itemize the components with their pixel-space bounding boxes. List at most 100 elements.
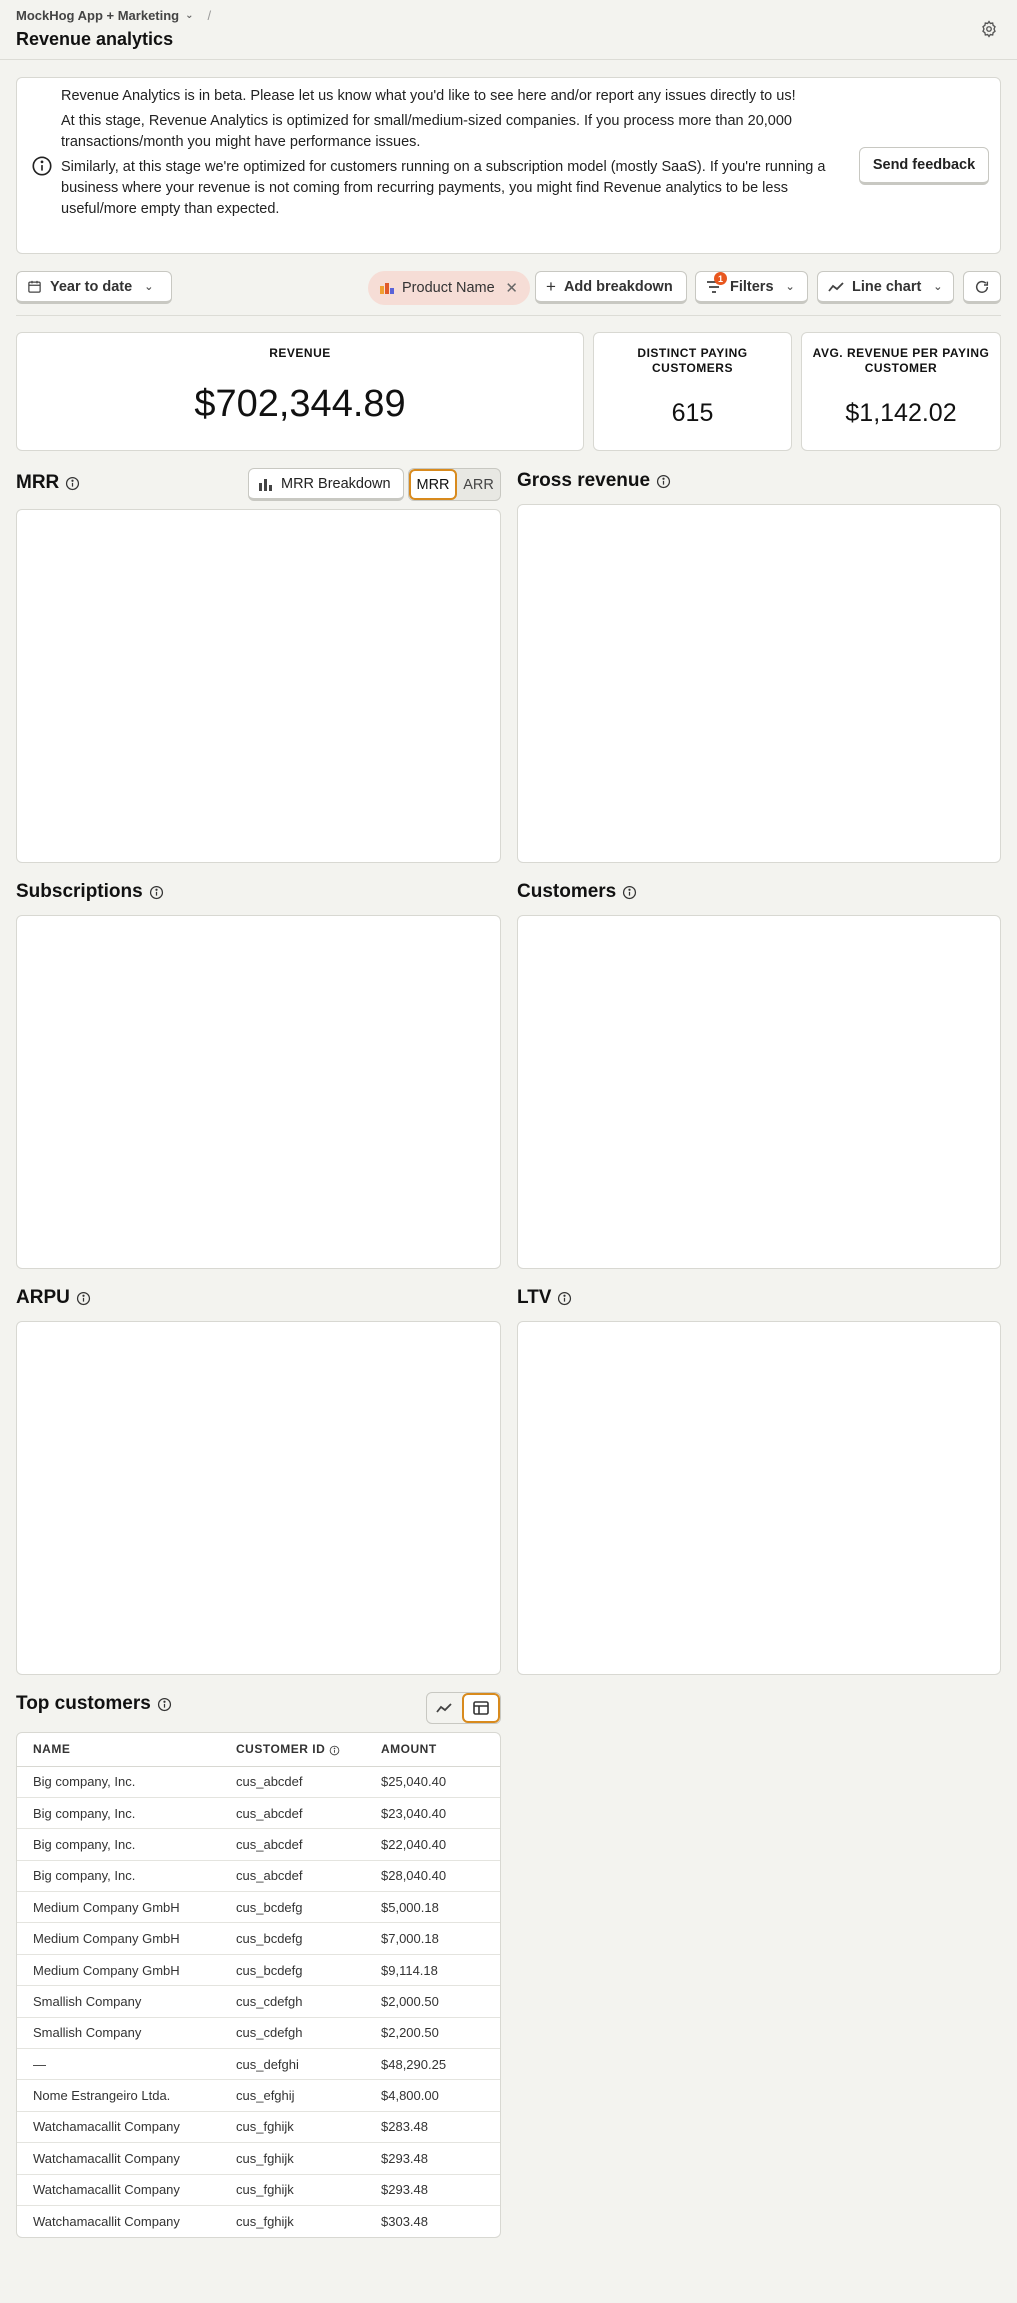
revenue-card: REVENUE $702,344.89 — [16, 332, 584, 451]
filters-count-badge: 1 — [714, 272, 727, 285]
customer-name-cell: Medium Company GmbH — [17, 1922, 220, 1955]
beta-banner: Revenue Analytics is in beta. Please let… — [16, 77, 1001, 254]
date-range-label: Year to date — [50, 278, 133, 295]
ltv-title: LTV — [517, 1287, 572, 1309]
customer-id-cell: cus_abcdef — [220, 1828, 365, 1861]
chevron-down-icon: ⌄ — [933, 281, 943, 293]
top-customers-table: NAME CUSTOMER ID AMOUNT Big company, Inc… — [16, 1732, 501, 2238]
table-row: Watchamacallit Company cus_fghijk $293.48 — [17, 2142, 500, 2175]
arr-toggle-button[interactable]: ARR — [457, 469, 500, 500]
info-icon[interactable] — [622, 885, 637, 900]
send-feedback-button[interactable]: Send feedback — [859, 147, 989, 185]
page-title: Revenue analytics — [16, 29, 174, 49]
beta-paragraph-1: Revenue Analytics is in beta. Please let… — [61, 88, 796, 104]
mrr-chart — [16, 509, 501, 863]
amount-cell: $7,000.18 — [365, 1922, 500, 1955]
add-breakdown-button[interactable]: + Add breakdown — [535, 271, 687, 304]
breadcrumb-separator: / — [207, 8, 212, 23]
gross-revenue-title-text: Gross revenue — [517, 470, 651, 491]
table-row: Medium Company GmbH cus_bcdefg $5,000.18 — [17, 1891, 500, 1923]
refresh-icon — [975, 280, 989, 293]
beta-text: Revenue Analytics is in beta. Please let… — [61, 86, 861, 224]
line-chart-icon — [436, 1703, 452, 1713]
table-row: Big company, Inc. cus_abcdef $28,040.40 — [17, 1859, 500, 1892]
customer-name-cell: — — [17, 2048, 220, 2080]
customer-name-cell: Nome Estrangeiro Ltda. — [17, 2079, 220, 2112]
customers-title-text: Customers — [517, 881, 617, 902]
arpu-chart — [16, 1321, 501, 1675]
customer-name-cell: Watchamacallit Company — [17, 2142, 220, 2175]
customer-id-cell: cus_bcdefg — [220, 1953, 365, 1986]
table-header-row: NAME CUSTOMER ID AMOUNT — [17, 1733, 500, 1767]
toolbar-divider — [16, 315, 1001, 316]
reload-button[interactable] — [963, 271, 1001, 304]
chart-type-button[interactable]: Line chart ⌄ — [817, 271, 954, 304]
close-icon[interactable]: ✕ — [505, 279, 518, 297]
mrr-title-text: MRR — [16, 472, 60, 493]
table-row: Big company, Inc. cus_abcdef $23,040.40 — [17, 1796, 500, 1829]
chevron-down-icon: ⌄ — [785, 281, 795, 293]
customer-name-cell: Watchamacallit Company — [17, 2110, 220, 2143]
amount-cell: $28,040.40 — [365, 1859, 500, 1892]
customer-id-cell: cus_fghijk — [220, 2204, 365, 2237]
settings-button[interactable] — [979, 19, 999, 39]
info-icon — [32, 156, 52, 176]
beta-paragraph-2: At this stage, Revenue Analytics is opti… — [61, 113, 792, 150]
customer-id-cell: cus_fghijk — [220, 2110, 365, 2143]
customers-chart — [517, 915, 1001, 1269]
customer-name-cell: Medium Company GmbH — [17, 1953, 220, 1986]
info-icon[interactable] — [656, 474, 671, 489]
customer-id-cell: cus_bcdefg — [220, 1891, 365, 1923]
table-row: Big company, Inc. cus_abcdef $22,040.40 — [17, 1828, 500, 1861]
revenue-label: REVENUE — [269, 346, 331, 360]
line-view-button[interactable] — [427, 1693, 462, 1723]
customer-id-cell: cus_cdefgh — [220, 1985, 365, 2018]
customer-id-cell: cus_cdefgh — [220, 2016, 365, 2049]
customers-title: Customers — [517, 881, 637, 903]
table-view-button[interactable] — [461, 1693, 500, 1723]
customer-name-cell: Big company, Inc. — [17, 1828, 220, 1861]
filters-label: Filters — [730, 278, 774, 295]
info-icon[interactable] — [149, 885, 164, 900]
customer-id-cell: cus_defghi — [220, 2048, 365, 2080]
amount-cell: $25,040.40 — [381, 1774, 447, 1790]
table-row: Medium Company GmbH cus_bcdefg $7,000.18 — [17, 1922, 500, 1955]
info-icon[interactable] — [76, 1291, 91, 1306]
stripe-product-icon — [380, 283, 394, 294]
mrr-toggle-button[interactable]: MRR — [409, 469, 457, 500]
product-name-chip[interactable]: Product Name ✕ — [368, 271, 530, 305]
amount-cell: $23,040.40 — [365, 1796, 500, 1829]
amount-cell: $2,000.50 — [365, 1985, 500, 2018]
customer-id-column-header: CUSTOMER ID — [220, 1733, 365, 1767]
breadcrumb: MockHog App + Marketing ⌄ / — [16, 8, 211, 23]
customer-id-cell: cus_abcdef — [236, 1774, 303, 1790]
table-row: Watchamacallit Company cus_fghijk $293.48 — [17, 2173, 500, 2206]
amount-column-header: AMOUNT — [365, 1733, 500, 1767]
customer-id-cell: cus_bcdefg — [220, 1922, 365, 1955]
info-icon[interactable] — [65, 476, 80, 491]
mrr-arr-toggle: MRR ARR — [408, 468, 501, 501]
bar-chart-icon — [259, 478, 272, 491]
paying-customers-card: DISTINCT PAYING CUSTOMERS 615 — [593, 332, 792, 451]
date-range-button[interactable]: Year to date ⌄ — [16, 271, 172, 304]
info-icon[interactable] — [329, 1745, 340, 1756]
mrr-title: MRR — [16, 472, 80, 494]
subscriptions-title-text: Subscriptions — [16, 881, 143, 902]
chevron-down-icon[interactable]: ⌄ — [185, 10, 193, 21]
plus-icon: + — [546, 276, 556, 296]
info-icon[interactable] — [557, 1291, 572, 1306]
avg-revenue-card: AVG. REVENUE PER PAYING CUSTOMER $1,142.… — [801, 332, 1001, 451]
gross-revenue-title: Gross revenue — [517, 470, 671, 492]
project-switcher[interactable]: MockHog App + Marketing — [16, 8, 179, 23]
revenue-value: $702,344.89 — [194, 383, 406, 425]
amount-cell: $303.48 — [365, 2204, 500, 2237]
mrr-breakdown-button[interactable]: MRR Breakdown — [248, 468, 404, 501]
filters-button[interactable]: 1 Filters ⌄ — [695, 271, 808, 304]
amount-cell: $5,000.18 — [365, 1891, 500, 1923]
subscriptions-title: Subscriptions — [16, 881, 164, 903]
top-customers-title-text: Top customers — [16, 1693, 151, 1714]
info-icon[interactable] — [157, 1697, 172, 1712]
ltv-chart — [517, 1321, 1001, 1675]
amount-cell: $48,290.25 — [365, 2048, 500, 2080]
table-row: Medium Company GmbH cus_bcdefg $9,114.18 — [17, 1953, 500, 1986]
